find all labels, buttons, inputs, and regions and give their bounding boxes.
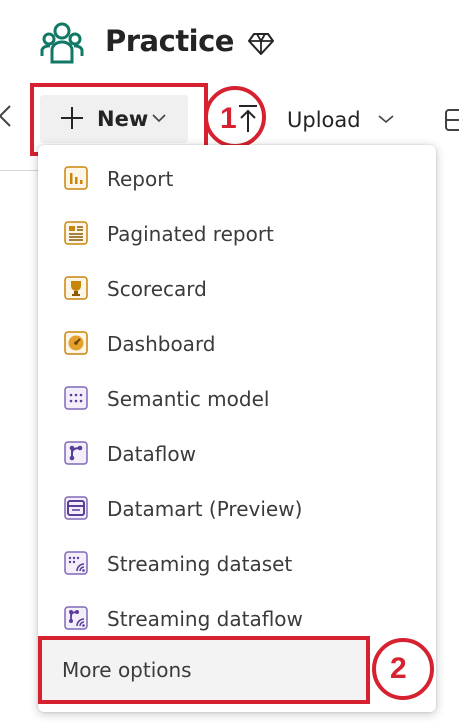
collapse-icon[interactable] bbox=[0, 104, 12, 128]
menu-item-label: Scorecard bbox=[107, 277, 207, 301]
dataflow-icon bbox=[64, 441, 88, 465]
toolbar-overflow-icon[interactable] bbox=[444, 108, 459, 132]
menu-item-dataflow[interactable]: Dataflow bbox=[38, 426, 434, 481]
menu-item-label: Datamart (Preview) bbox=[107, 497, 303, 521]
datamart-icon bbox=[64, 496, 88, 520]
upload-chevron-down-icon[interactable] bbox=[378, 114, 394, 124]
scorecard-trophy-icon bbox=[64, 276, 88, 300]
streaming-dataflow-icon bbox=[64, 606, 88, 630]
menu-item-datamart[interactable]: Datamart (Preview) bbox=[38, 481, 434, 536]
menu-item-label: Paginated report bbox=[107, 222, 274, 246]
upload-arrow-icon[interactable] bbox=[237, 103, 259, 133]
workspace-title: Practice bbox=[105, 24, 234, 58]
menu-item-label: Streaming dataset bbox=[107, 552, 293, 576]
callout-highlight-more-options bbox=[38, 636, 370, 704]
menu-item-scorecard[interactable]: Scorecard bbox=[38, 261, 434, 316]
report-icon bbox=[64, 166, 88, 190]
diamond-icon[interactable] bbox=[248, 30, 274, 56]
workspace-header: Practice bbox=[0, 0, 459, 88]
menu-item-dashboard[interactable]: Dashboard bbox=[38, 316, 434, 371]
menu-item-streaming-dataset[interactable]: Streaming dataset bbox=[38, 536, 434, 591]
upload-button[interactable]: Upload bbox=[287, 108, 361, 132]
semantic-model-icon bbox=[64, 386, 88, 410]
menu-item-label: Dashboard bbox=[107, 332, 216, 356]
streaming-dataset-icon bbox=[64, 551, 88, 575]
paginated-report-icon bbox=[64, 221, 88, 245]
menu-item-label: Report bbox=[107, 167, 174, 191]
callout-number-1: 1 bbox=[220, 102, 237, 135]
dashboard-gauge-icon bbox=[64, 331, 88, 355]
menu-item-label: Streaming dataflow bbox=[107, 607, 303, 631]
callout-number-2: 2 bbox=[390, 652, 407, 685]
toolbar-divider bbox=[0, 170, 40, 171]
menu-item-paginated-report[interactable]: Paginated report bbox=[38, 206, 434, 261]
menu-item-report[interactable]: Report bbox=[38, 151, 434, 206]
menu-item-label: Dataflow bbox=[107, 442, 196, 466]
menu-item-label: Semantic model bbox=[107, 387, 270, 411]
workspace-people-icon bbox=[40, 22, 84, 64]
menu-item-semantic-model[interactable]: Semantic model bbox=[38, 371, 434, 426]
